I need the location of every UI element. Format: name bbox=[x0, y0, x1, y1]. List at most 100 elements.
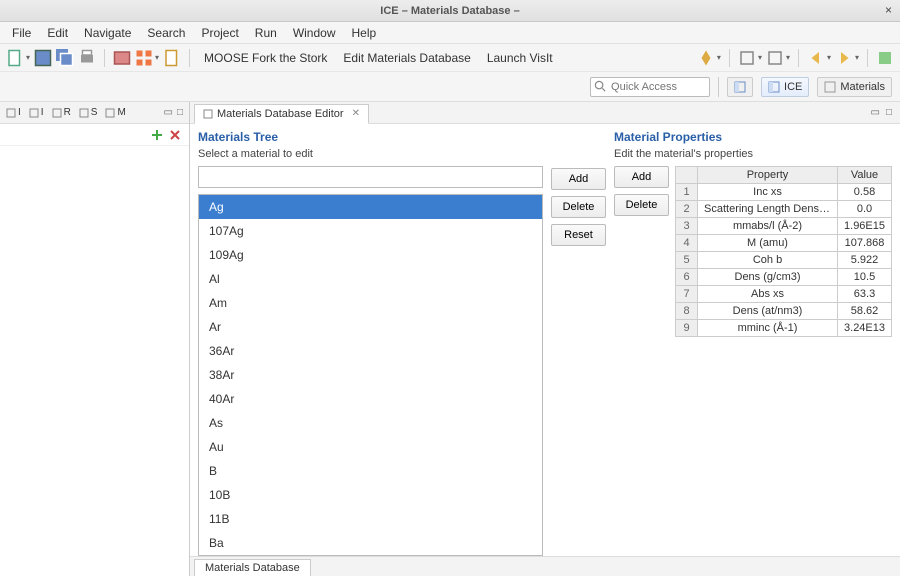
properties-table[interactable]: Property Value 1Inc xs0.582Scattering Le… bbox=[675, 166, 892, 337]
table-row[interactable]: 8Dens (at/nm3)58.62 bbox=[676, 303, 892, 320]
cell-property[interactable]: Coh b bbox=[698, 252, 838, 269]
menu-edit[interactable]: Edit bbox=[39, 24, 76, 42]
close-tab-icon[interactable]: ✕ bbox=[352, 108, 360, 119]
table-row[interactable]: 1Inc xs0.58 bbox=[676, 184, 892, 201]
table-row[interactable]: 2Scattering Length Densit…0.0 bbox=[676, 201, 892, 218]
cell-property[interactable]: Scattering Length Densit… bbox=[698, 201, 838, 218]
editor-tab-materials-db[interactable]: Materials Database Editor ✕ bbox=[194, 104, 369, 124]
nav-dropdown-1-icon[interactable]: ▾ bbox=[758, 53, 762, 62]
list-item[interactable]: Ag bbox=[199, 195, 542, 219]
maximize-view-icon[interactable]: □ bbox=[177, 107, 183, 118]
add-item-icon[interactable] bbox=[151, 129, 163, 141]
materials-list[interactable]: Ag107Ag109AgAlAmAr36Ar38Ar40ArAsAuB10B11… bbox=[198, 194, 543, 556]
minimize-view-icon[interactable]: ▭ bbox=[164, 107, 173, 118]
cell-value[interactable]: 107.868 bbox=[838, 235, 892, 252]
list-item[interactable]: Ar bbox=[199, 315, 542, 339]
menu-navigate[interactable]: Navigate bbox=[76, 24, 139, 42]
view-tab-i2[interactable]: I bbox=[25, 106, 48, 119]
material-filter-input[interactable] bbox=[198, 166, 543, 188]
table-row[interactable]: 6Dens (g/cm3)10.5 bbox=[676, 269, 892, 286]
print-icon[interactable] bbox=[78, 49, 96, 67]
cell-value[interactable]: 3.24E13 bbox=[838, 320, 892, 337]
list-item[interactable]: Am bbox=[199, 291, 542, 315]
table-row[interactable]: 7Abs xs63.3 bbox=[676, 286, 892, 303]
perspective-switcher-icon[interactable] bbox=[727, 77, 753, 97]
forward-dropdown-icon[interactable]: ▾ bbox=[855, 53, 859, 62]
bottom-tab-materials-db[interactable]: Materials Database bbox=[194, 559, 311, 576]
nav-icon-1[interactable] bbox=[738, 49, 756, 67]
cell-value[interactable]: 10.5 bbox=[838, 269, 892, 286]
list-item[interactable]: Ba bbox=[199, 531, 542, 555]
maximize-editor-icon[interactable]: □ bbox=[886, 107, 892, 118]
doc-icon[interactable] bbox=[163, 49, 181, 67]
save-all-icon[interactable] bbox=[56, 49, 74, 67]
table-row[interactable]: 9mminc (Å-1)3.24E13 bbox=[676, 320, 892, 337]
menu-help[interactable]: Help bbox=[344, 24, 385, 42]
pin-icon[interactable] bbox=[697, 49, 715, 67]
menu-file[interactable]: File bbox=[4, 24, 39, 42]
menu-run[interactable]: Run bbox=[247, 24, 285, 42]
table-row[interactable]: 3mmabs/l (Å-2)1.96E15 bbox=[676, 218, 892, 235]
cell-property[interactable]: mminc (Å-1) bbox=[698, 320, 838, 337]
back-icon[interactable] bbox=[807, 49, 825, 67]
menu-project[interactable]: Project bbox=[193, 24, 246, 42]
view-tab-s[interactable]: S bbox=[75, 106, 102, 119]
prop-delete-button[interactable]: Delete bbox=[614, 194, 669, 216]
save-icon[interactable] bbox=[34, 49, 52, 67]
cell-property[interactable]: Dens (at/nm3) bbox=[698, 303, 838, 320]
view-tab-i1[interactable]: I bbox=[2, 106, 25, 119]
perspective-materials[interactable]: Materials bbox=[817, 77, 892, 97]
cell-property[interactable]: Inc xs bbox=[698, 184, 838, 201]
grid-icon[interactable] bbox=[135, 49, 153, 67]
list-item[interactable]: Al bbox=[199, 267, 542, 291]
cell-value[interactable]: 5.922 bbox=[838, 252, 892, 269]
cell-property[interactable]: mmabs/l (Å-2) bbox=[698, 218, 838, 235]
list-item[interactable]: Au bbox=[199, 435, 542, 459]
list-item[interactable]: 10B bbox=[199, 483, 542, 507]
menu-search[interactable]: Search bbox=[139, 24, 193, 42]
grid-dropdown-icon[interactable]: ▾ bbox=[155, 53, 159, 62]
launch-visit-button[interactable]: Launch VisIt bbox=[481, 49, 559, 67]
list-item[interactable]: 109Ag bbox=[199, 243, 542, 267]
close-icon[interactable]: × bbox=[885, 3, 892, 17]
nav-dropdown-2-icon[interactable]: ▾ bbox=[786, 53, 790, 62]
cell-value[interactable]: 1.96E15 bbox=[838, 218, 892, 235]
image-icon[interactable] bbox=[113, 49, 131, 67]
cell-property[interactable]: Dens (g/cm3) bbox=[698, 269, 838, 286]
new-icon[interactable] bbox=[6, 49, 24, 67]
delete-item-icon[interactable] bbox=[169, 129, 181, 141]
pin-dropdown-icon[interactable]: ▾ bbox=[717, 53, 721, 62]
cell-value[interactable]: 58.62 bbox=[838, 303, 892, 320]
new-dropdown-icon[interactable]: ▾ bbox=[26, 53, 30, 62]
tree-delete-button[interactable]: Delete bbox=[551, 196, 606, 218]
table-row[interactable]: 4M (amu)107.868 bbox=[676, 235, 892, 252]
prop-add-button[interactable]: Add bbox=[614, 166, 669, 188]
list-item[interactable]: 38Ar bbox=[199, 363, 542, 387]
tree-reset-button[interactable]: Reset bbox=[551, 224, 606, 246]
tool-icon[interactable] bbox=[876, 49, 894, 67]
forward-icon[interactable] bbox=[835, 49, 853, 67]
list-item[interactable]: 40Ar bbox=[199, 387, 542, 411]
cell-property[interactable]: M (amu) bbox=[698, 235, 838, 252]
list-item[interactable]: B bbox=[199, 459, 542, 483]
moose-button[interactable]: MOOSE Fork the Stork bbox=[198, 49, 333, 67]
cell-value[interactable]: 0.58 bbox=[838, 184, 892, 201]
perspective-ice[interactable]: ICE bbox=[761, 77, 809, 97]
cell-value[interactable]: 0.0 bbox=[838, 201, 892, 218]
list-item[interactable]: 11B bbox=[199, 507, 542, 531]
back-dropdown-icon[interactable]: ▾ bbox=[827, 53, 831, 62]
cell-property[interactable]: Abs xs bbox=[698, 286, 838, 303]
quick-access-input[interactable] bbox=[590, 77, 710, 97]
menu-window[interactable]: Window bbox=[285, 24, 344, 42]
cell-value[interactable]: 63.3 bbox=[838, 286, 892, 303]
view-tab-r[interactable]: R bbox=[48, 106, 75, 119]
nav-icon-2[interactable] bbox=[766, 49, 784, 67]
view-tab-m[interactable]: M bbox=[101, 106, 129, 119]
list-item[interactable]: As bbox=[199, 411, 542, 435]
list-item[interactable]: 36Ar bbox=[199, 339, 542, 363]
minimize-editor-icon[interactable]: ▭ bbox=[871, 107, 880, 118]
tree-add-button[interactable]: Add bbox=[551, 168, 606, 190]
edit-db-button[interactable]: Edit Materials Database bbox=[337, 49, 476, 67]
list-item[interactable]: 107Ag bbox=[199, 219, 542, 243]
table-row[interactable]: 5Coh b5.922 bbox=[676, 252, 892, 269]
